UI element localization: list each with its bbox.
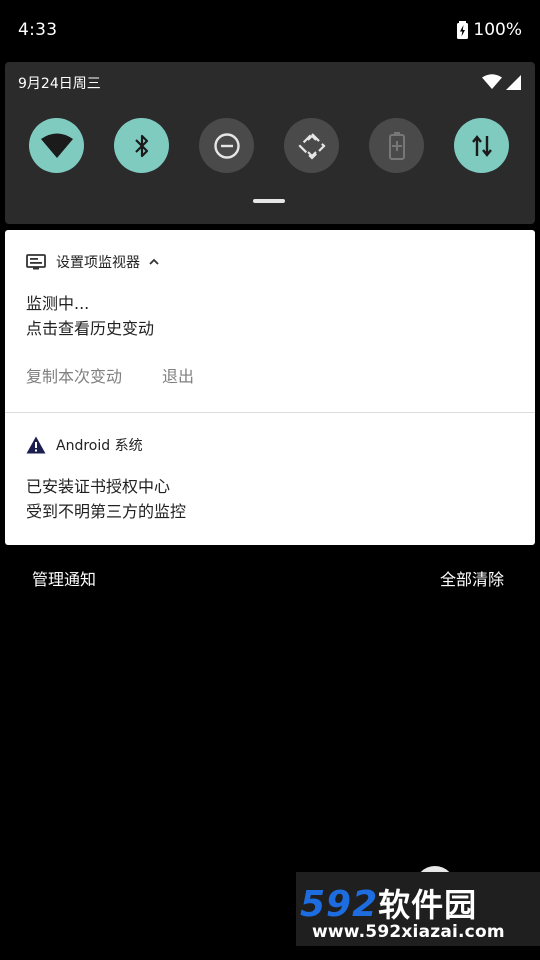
do-not-disturb-icon [213, 132, 240, 159]
battery-percent: 100% [473, 20, 522, 40]
quick-settings-panel: 9月24日周三 [5, 62, 535, 224]
warning-icon [26, 436, 46, 454]
dnd-tile[interactable] [199, 118, 254, 173]
notification-title: 已安装证书授权中心 [26, 477, 171, 496]
cellular-signal-icon [506, 74, 521, 90]
battery-saver-icon [388, 131, 405, 160]
status-bar: 4:33 100% [0, 0, 540, 62]
chevron-up-icon[interactable] [148, 257, 160, 267]
panel-drag-handle[interactable] [253, 199, 285, 203]
wifi-icon [40, 133, 73, 158]
battery-saver-tile[interactable] [369, 118, 424, 173]
wifi-signal-icon [482, 74, 502, 89]
manage-notifications-button[interactable]: 管理通知 [32, 566, 96, 590]
watermark-logo-number: 592 [300, 884, 379, 925]
auto-rotate-tile[interactable] [284, 118, 339, 173]
watermark-url: www.592xiazai.com [312, 922, 505, 942]
notification-title: 监测中... [26, 294, 90, 313]
copy-changes-button[interactable]: 复制本次变动 [26, 363, 122, 387]
notification-header: Android 系统 [26, 435, 143, 455]
notification-settings-monitor[interactable]: 设置项监视器 监测中... 点击查看历史变动 复制本次变动 退出 [5, 230, 535, 412]
bluetooth-icon [134, 134, 148, 157]
bluetooth-tile[interactable] [114, 118, 169, 173]
data-transfer-icon [471, 134, 492, 157]
notification-header: 设置项监视器 [26, 252, 160, 272]
exit-button[interactable]: 退出 [162, 363, 194, 387]
notification-app-name: 设置项监视器 [56, 255, 140, 271]
battery-charging-icon [457, 21, 469, 39]
auto-rotate-icon [297, 131, 326, 160]
monitor-app-icon [26, 254, 46, 270]
clear-all-button[interactable]: 全部清除 [440, 566, 504, 590]
status-right: 100% [457, 20, 522, 40]
wifi-tile[interactable] [29, 118, 84, 173]
notification-text: 受到不明第三方的监控 [26, 502, 187, 521]
mobile-data-tile[interactable] [454, 118, 509, 173]
watermark-logo-text: 软件园 [378, 886, 478, 924]
status-time: 4:33 [18, 20, 58, 40]
watermark-logo: 592软件园 [300, 880, 477, 926]
notification-list: 设置项监视器 监测中... 点击查看历史变动 复制本次变动 退出 Android… [5, 230, 535, 545]
notification-text: 点击查看历史变动 [26, 319, 155, 338]
qs-date[interactable]: 9月24日周三 [18, 73, 101, 93]
qs-signal-status [482, 74, 521, 90]
notification-app-name: Android 系统 [56, 438, 143, 454]
notification-android-system[interactable]: Android 系统 已安装证书授权中心 受到不明第三方的监控 [5, 413, 535, 545]
